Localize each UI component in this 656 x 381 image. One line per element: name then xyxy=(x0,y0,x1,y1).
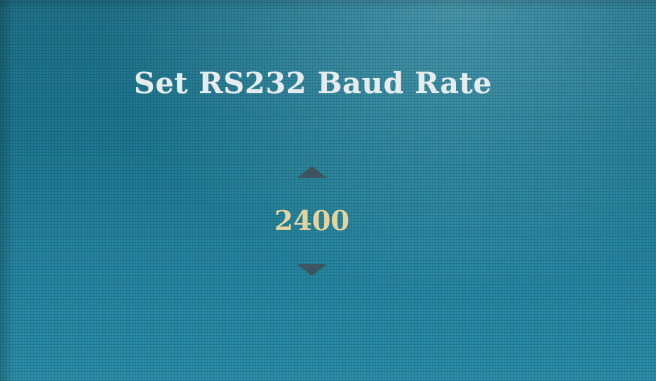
baud-rate-selector[interactable]: 2400 xyxy=(266,160,358,284)
baud-rate-value: 2400 xyxy=(274,206,350,237)
triangle-down-icon[interactable] xyxy=(297,264,327,276)
menu-title: Set RS232 Baud Rate xyxy=(133,66,493,100)
lcd-screen: Set RS232 Baud Rate 2400 xyxy=(0,0,656,381)
triangle-up-icon[interactable] xyxy=(297,166,327,178)
